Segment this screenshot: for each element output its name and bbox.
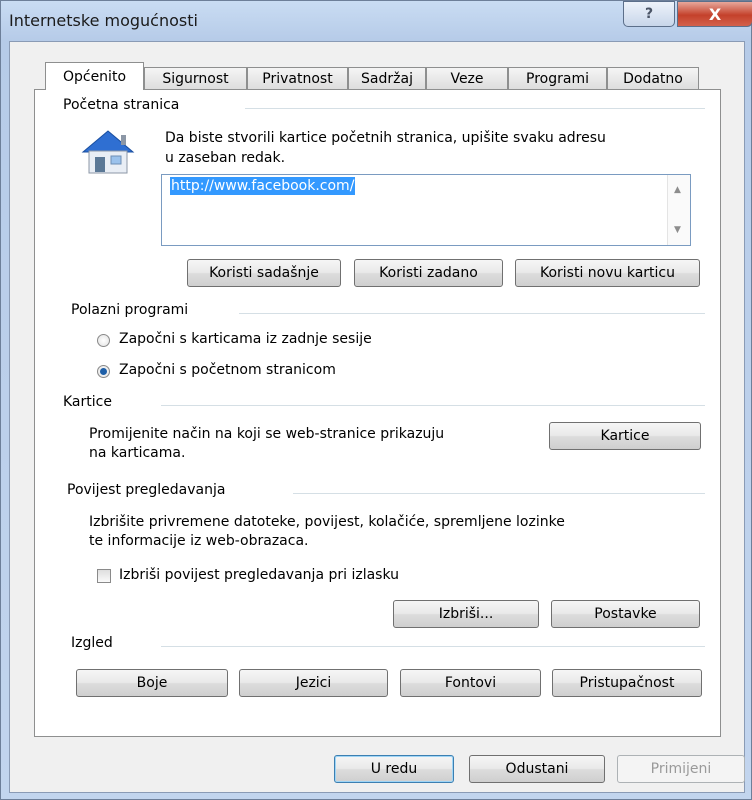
cancel-button[interactable]: Odustani: [469, 755, 605, 783]
startup-last-session-radio[interactable]: [97, 334, 110, 347]
delete-on-exit-checkbox[interactable]: [97, 569, 111, 583]
history-description-line2: te informacije iz web-obrazaca.: [89, 533, 309, 549]
section-divider: [245, 108, 705, 109]
tabs-description-line2: na karticama.: [89, 445, 186, 461]
home-page-url: http://www.facebook.com/: [170, 177, 356, 195]
tab-opcenito[interactable]: Općenito: [45, 62, 144, 90]
home-page-url-textarea[interactable]: http://www.facebook.com/ ▲ ▼: [161, 174, 691, 246]
home-description-line2: u zaseban redak.: [165, 150, 286, 166]
section-divider: [293, 493, 705, 494]
scroll-up-arrow-icon[interactable]: ▲: [674, 185, 681, 195]
delete-history-button[interactable]: Izbriši...: [393, 600, 539, 628]
ok-button[interactable]: U redu: [334, 755, 454, 783]
section-divider: [161, 405, 705, 406]
appearance-heading: Izgled: [71, 635, 113, 651]
tabs-heading: Kartice: [63, 394, 112, 410]
delete-on-exit-label[interactable]: Izbriši povijest pregledavanja pri izlas…: [119, 566, 399, 585]
section-divider: [161, 646, 705, 647]
home-page-heading: Početna stranica: [63, 97, 180, 113]
apply-button[interactable]: Primijeni: [617, 755, 745, 783]
languages-button[interactable]: Jezici: [239, 669, 388, 697]
use-new-tab-button[interactable]: Koristi novu karticu: [515, 259, 700, 287]
startup-option1-label[interactable]: Započni s karticama iz zadnje sesije: [119, 330, 372, 349]
tab-sigurnost[interactable]: Sigurnost: [144, 67, 247, 90]
scroll-down-arrow-icon[interactable]: ▼: [674, 225, 681, 235]
tabs-description-line1: Promijenite način na koji se web-stranic…: [89, 426, 445, 442]
window-title: Internetske mogućnosti: [9, 11, 198, 30]
textarea-scrollbar[interactable]: ▲ ▼: [667, 175, 690, 245]
internet-options-dialog: Internetske mogućnosti ? X Sigurnost Pri…: [0, 0, 752, 800]
house-icon: [81, 129, 135, 175]
tab-privatnost[interactable]: Privatnost: [247, 67, 348, 90]
fonts-button[interactable]: Fontovi: [400, 669, 541, 697]
colors-button[interactable]: Boje: [76, 669, 228, 697]
history-settings-button[interactable]: Postavke: [551, 600, 700, 628]
startup-heading: Polazni programi: [71, 302, 189, 318]
use-default-button[interactable]: Koristi zadano: [354, 259, 503, 287]
history-heading: Povijest pregledavanja: [67, 482, 226, 498]
tabs-settings-button[interactable]: Kartice: [549, 422, 701, 450]
tab-programi[interactable]: Programi: [508, 67, 607, 90]
startup-home-page-radio[interactable]: [97, 365, 110, 378]
startup-option2-label[interactable]: Započni s početnom stranicom: [119, 361, 336, 380]
tab-sadrzaj[interactable]: Sadržaj: [348, 67, 426, 90]
accessibility-button[interactable]: Pristupačnost: [552, 669, 702, 697]
help-button[interactable]: ?: [623, 1, 675, 27]
close-button[interactable]: X: [677, 1, 752, 27]
history-description-line1: Izbrišite privremene datoteke, povijest,…: [89, 514, 565, 530]
use-current-button[interactable]: Koristi sadašnje: [187, 259, 341, 287]
tab-dodatno[interactable]: Dodatno: [607, 67, 699, 90]
section-divider: [239, 313, 705, 314]
home-description-line1: Da biste stvorili kartice početnih stran…: [165, 130, 606, 146]
tab-veze[interactable]: Veze: [426, 67, 508, 90]
